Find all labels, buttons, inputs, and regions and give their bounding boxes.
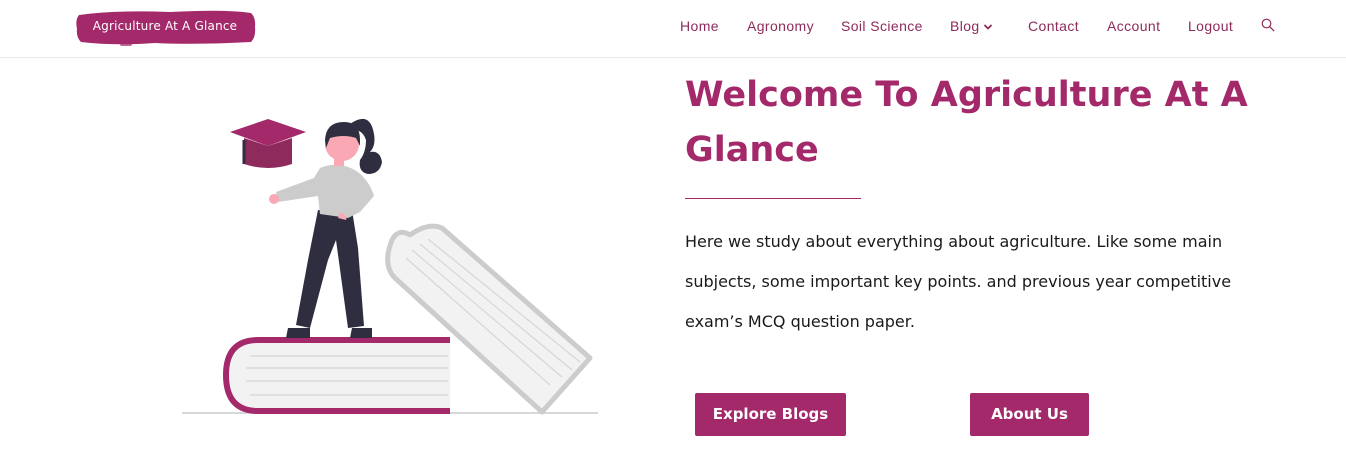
hero-illustration [182, 118, 598, 415]
nav-item-contact[interactable]: Contact [1028, 18, 1079, 34]
lying-book-icon [223, 337, 450, 414]
explore-blogs-button[interactable]: Explore Blogs [695, 393, 846, 436]
nav-item-account[interactable]: Account [1107, 18, 1160, 34]
about-us-button[interactable]: About Us [970, 393, 1089, 436]
nav-item-home[interactable]: Home [680, 18, 719, 34]
graduation-cap-icon [230, 119, 306, 168]
hero-description: Here we study about everything about agr… [685, 232, 1232, 331]
main-nav: Home Agronomy Soil Science Blog Contact … [0, 0, 1346, 56]
nav-item-soil-science[interactable]: Soil Science [841, 18, 923, 34]
search-icon[interactable] [1261, 18, 1275, 32]
chevron-down-icon[interactable] [983, 22, 993, 32]
nav-item-blog[interactable]: Blog [950, 18, 980, 34]
nav-item-logout[interactable]: Logout [1188, 18, 1233, 34]
nav-item-agronomy[interactable]: Agronomy [747, 18, 814, 34]
hero-title: Welcome To Agriculture At A Glance [685, 75, 1248, 170]
title-divider [685, 198, 861, 199]
site-header: Agriculture At A Glance Home Agronomy So… [0, 0, 1346, 58]
